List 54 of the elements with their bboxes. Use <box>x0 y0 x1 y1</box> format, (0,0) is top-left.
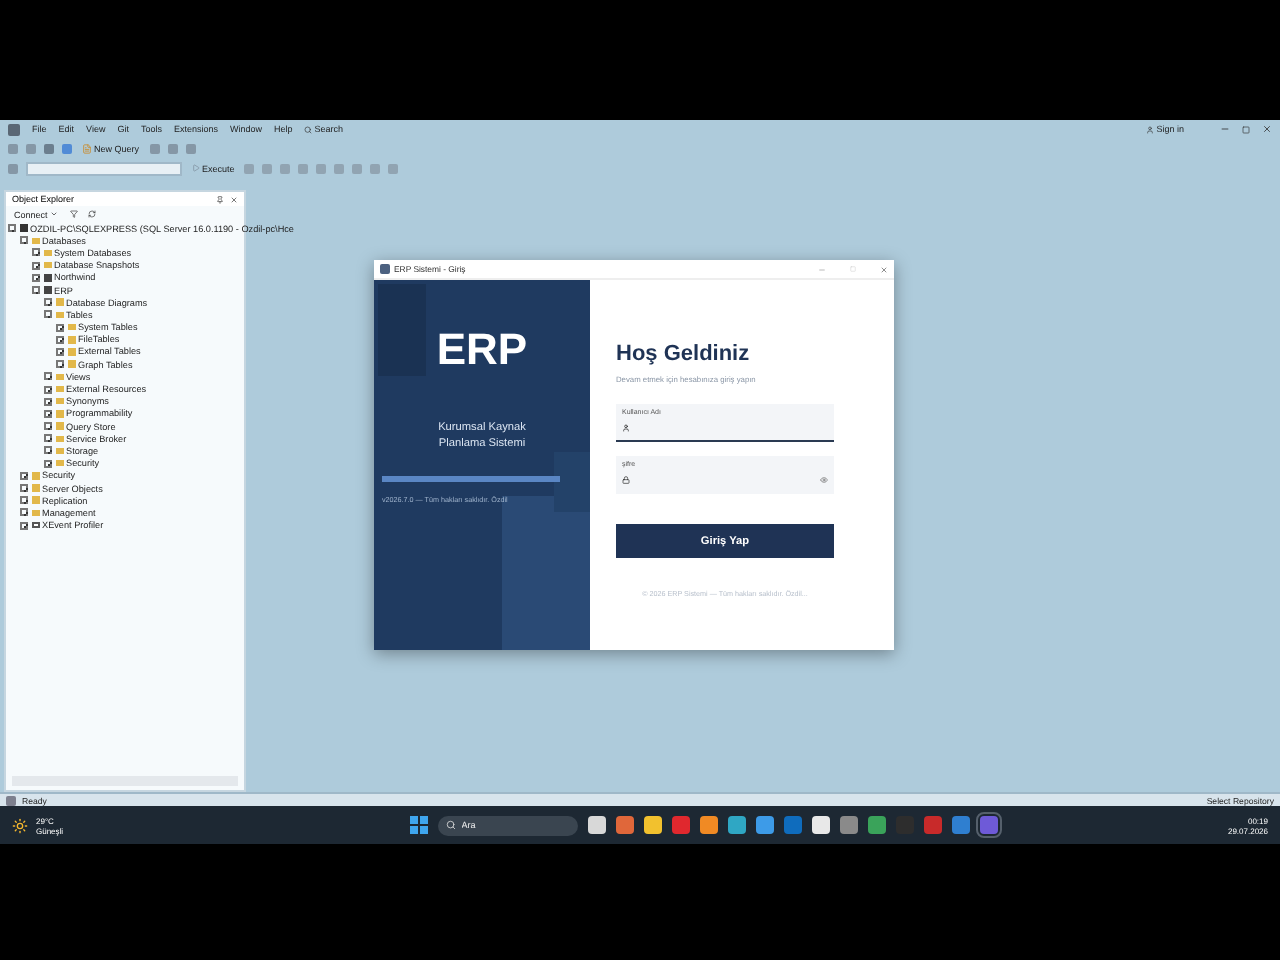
expand-icon[interactable] <box>44 422 52 431</box>
app-icon[interactable] <box>643 816 662 834</box>
app-icon[interactable] <box>699 816 718 834</box>
maximize-icon <box>1242 125 1250 133</box>
user-icon <box>1146 125 1155 133</box>
expand-icon[interactable] <box>20 508 28 517</box>
logo-text: ERP <box>436 324 528 376</box>
expand-icon[interactable] <box>44 372 52 381</box>
expand-icon[interactable] <box>32 273 40 282</box>
expand-icon[interactable] <box>44 446 52 455</box>
expand-icon[interactable] <box>20 521 28 530</box>
document-icon <box>82 143 92 153</box>
welcome-heading: Hoş Geldiniz <box>616 342 752 366</box>
expand-icon[interactable] <box>56 360 64 369</box>
expand-icon[interactable] <box>56 347 64 356</box>
search-icon <box>304 125 313 133</box>
expand-icon[interactable] <box>32 261 40 270</box>
minimize-icon <box>818 265 826 273</box>
collapse-icon[interactable] <box>8 224 16 233</box>
collapse-icon[interactable] <box>44 310 52 319</box>
app-logo-icon <box>8 123 20 135</box>
app-icon[interactable] <box>811 816 830 834</box>
app-icon[interactable] <box>755 816 774 834</box>
play-icon <box>192 164 200 172</box>
filter-icon <box>69 210 78 218</box>
eye-icon <box>820 475 828 483</box>
search-icon <box>445 820 456 830</box>
window-icon <box>380 264 390 274</box>
app-icon[interactable] <box>587 816 606 834</box>
collapse-icon[interactable] <box>20 236 28 245</box>
expand-icon[interactable] <box>44 434 52 443</box>
expand-icon[interactable] <box>56 323 64 332</box>
expand-icon[interactable] <box>44 298 52 307</box>
expand-icon[interactable] <box>20 496 28 505</box>
expand-icon[interactable] <box>56 335 64 344</box>
lock-icon <box>622 475 630 483</box>
start-button[interactable] <box>409 816 428 834</box>
expand-icon[interactable] <box>20 484 28 493</box>
status-icon <box>6 795 16 805</box>
expand-icon[interactable] <box>44 385 52 394</box>
document-icon <box>31 521 39 529</box>
sun-icon <box>12 817 28 833</box>
expand-icon[interactable] <box>44 409 52 418</box>
expand-icon[interactable] <box>32 248 40 257</box>
pin-icon <box>216 195 224 203</box>
expand-icon[interactable] <box>44 397 52 406</box>
expand-icon[interactable] <box>20 471 28 480</box>
minimize-icon <box>1220 124 1230 134</box>
server-icon <box>19 224 27 232</box>
refresh-icon <box>87 210 96 218</box>
app-icon[interactable] <box>727 816 746 834</box>
collapse-icon[interactable] <box>32 286 40 295</box>
user-icon <box>622 423 630 431</box>
expand-icon[interactable] <box>44 459 52 468</box>
